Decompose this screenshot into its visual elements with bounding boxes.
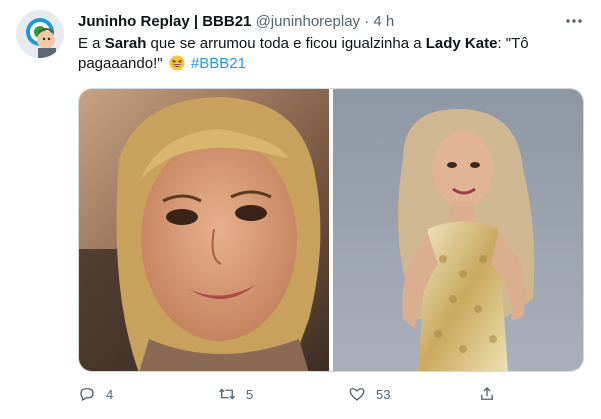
like-button[interactable]: 53 [348,380,390,408]
tweet-text-bold-lady-kate: Lady Kate [425,35,498,52]
tweet-text-part: E a [78,35,105,52]
hashtag-link[interactable]: #BBB21 [191,55,246,72]
heart-icon [349,388,365,401]
tweet-text-part: que se arrumou toda e ficou igualzinha a [146,35,426,52]
grinning-squinting-face-icon [169,55,185,71]
display-name[interactable]: Juninho Replay | BBB21 [78,13,251,30]
more-icon[interactable] [563,10,585,32]
share-button[interactable] [478,380,506,408]
action-bar: 4 5 53 [78,380,578,408]
tweet-card[interactable]: Juninho Replay | BBB21 @juninhoreplay · … [0,0,601,419]
avatar[interactable] [16,10,64,58]
like-count: 53 [376,386,391,402]
share-icon [481,387,493,400]
media-grid[interactable] [78,88,584,372]
tweet-header: Juninho Replay | BBB21 @juninhoreplay · … [78,12,561,32]
tweet-text: E a Sarah que se arrumou toda e ficou ig… [78,34,578,74]
handle[interactable]: @juninhoreplay [256,13,360,30]
reply-icon [80,388,94,402]
tweet-text-bold-sarah: Sarah [104,35,147,52]
retweet-button[interactable]: 5 [218,380,253,408]
photo-left-image [79,89,329,371]
photo-left[interactable] [79,89,329,371]
photo-right-image [333,89,583,371]
reply-count: 4 [106,386,114,402]
retweet-count: 5 [246,386,254,402]
photo-right[interactable] [333,89,583,371]
avatar-illustration [16,10,64,58]
reply-button[interactable]: 4 [78,380,113,408]
retweet-icon [219,388,235,400]
timestamp[interactable]: 4 h [373,13,394,30]
separator: · [364,13,370,30]
